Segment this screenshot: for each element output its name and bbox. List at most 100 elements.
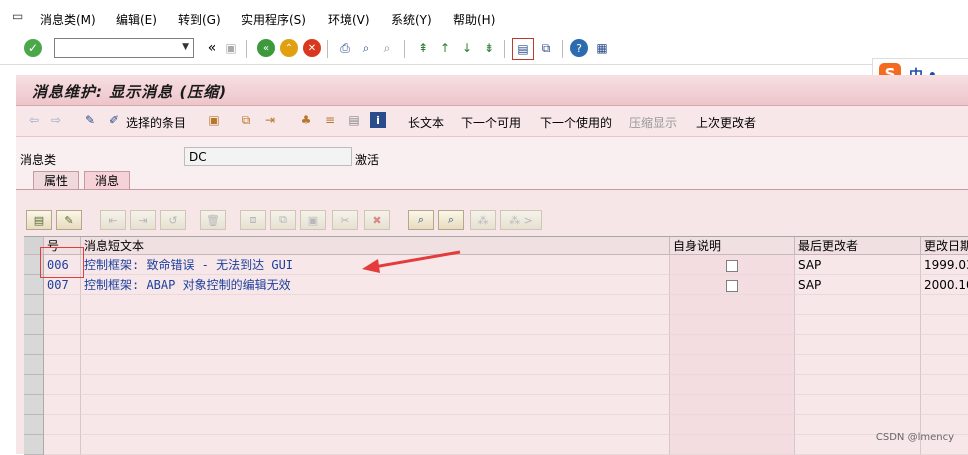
check-icon[interactable]: ✓ (24, 39, 42, 57)
row-selector[interactable] (24, 335, 44, 355)
change-date-cell: 1999.03 (921, 255, 968, 275)
exit-icon[interactable]: ⌃ (280, 39, 298, 57)
copy-icon[interactable]: ⇤ (100, 210, 126, 230)
find-icon[interactable]: ⌕ (357, 39, 375, 57)
first-page-icon[interactable]: ⇞ (414, 39, 432, 57)
more-button[interactable]: ⁂ > (500, 210, 542, 230)
last-changed-by-button[interactable]: 上次更改者 (696, 114, 756, 131)
empty-cell[interactable] (44, 355, 81, 375)
save-icon[interactable]: ▣ (222, 39, 240, 57)
tab-messages[interactable]: 消息 (84, 171, 131, 190)
cancel-icon[interactable]: ✕ (303, 39, 321, 57)
message-class-field[interactable]: DC (184, 147, 352, 166)
self-explanatory-checkbox[interactable] (726, 279, 738, 292)
help-icon[interactable]: ? (570, 39, 588, 57)
back-arrow-icon[interactable]: ⇦ (26, 112, 42, 128)
long-text-button[interactable]: 长文本 (408, 114, 444, 131)
paste-icon[interactable]: ⇥ (130, 210, 156, 230)
info-icon[interactable]: i (370, 112, 386, 128)
shortcut-icon[interactable]: ⧉ (537, 39, 555, 57)
menu-help[interactable]: 帮助(H) (453, 11, 495, 28)
row-selector[interactable] (24, 355, 44, 375)
copy2-icon[interactable]: ⧉ (270, 210, 296, 230)
command-field[interactable]: ▼ (54, 38, 194, 58)
empty-cell (670, 335, 795, 355)
forward-arrow-icon[interactable]: ⇨ (48, 112, 64, 128)
selected-entries-button[interactable]: 选择的条目 (126, 114, 186, 131)
menu-environment[interactable]: 环境(V) (328, 11, 370, 28)
paste2-icon[interactable]: ▣ (300, 210, 326, 230)
last-changed-by-cell: SAP (795, 255, 921, 275)
compressed-display-button[interactable]: 压缩显示 (629, 114, 677, 131)
column-header-self-explanatory[interactable]: 自身说明 (670, 237, 795, 255)
print-icon[interactable]: ⎙ (336, 39, 354, 57)
find-icon[interactable]: ⌕ (408, 210, 434, 230)
details-icon[interactable]: ▤ (26, 210, 52, 230)
row-selector[interactable] (24, 395, 44, 415)
empty-cell[interactable] (81, 355, 670, 375)
menu-goto[interactable]: 转到(G) (178, 11, 221, 28)
empty-cell[interactable] (81, 295, 670, 315)
tab-attributes[interactable]: 属性 (33, 171, 80, 190)
message-text[interactable]: 控制框架: ABAP 对象控制的编辑无效 (81, 275, 670, 295)
empty-cell[interactable] (81, 415, 670, 435)
menu-message-class[interactable]: 消息类(M) (40, 11, 96, 28)
edit-icon[interactable]: ✎ (56, 210, 82, 230)
empty-cell[interactable] (81, 395, 670, 415)
list-icon[interactable]: ▤ (346, 112, 362, 128)
transport-icon[interactable]: ⇥ (262, 112, 278, 128)
new-session-icon[interactable]: ▤ (512, 38, 534, 60)
documentation-icon[interactable]: ≡ (322, 112, 338, 128)
annotation-arrow-icon (362, 250, 461, 273)
empty-cell[interactable] (81, 375, 670, 395)
empty-cell[interactable] (44, 415, 81, 435)
display-change-icon[interactable]: ✎ (82, 112, 98, 128)
previous-page-icon[interactable]: ↑ (436, 39, 454, 57)
empty-cell[interactable] (81, 435, 670, 455)
row-selector[interactable] (24, 375, 44, 395)
row-selector[interactable] (24, 275, 44, 295)
chevron-down-icon[interactable]: ▼ (182, 42, 189, 52)
undo-icon[interactable]: ↺ (160, 210, 186, 230)
window-menu-icon[interactable]: ▭ (12, 10, 24, 22)
menu-edit[interactable]: 编辑(E) (116, 11, 157, 28)
other-object-icon[interactable]: ⧉ (238, 112, 254, 128)
layout-icon[interactable]: ▦ (593, 39, 611, 57)
row-selector[interactable] (24, 295, 44, 315)
next-available-button[interactable]: 下一个可用 (461, 114, 521, 131)
empty-cell[interactable] (44, 435, 81, 455)
menu-system[interactable]: 系统(Y) (391, 11, 432, 28)
delete-icon[interactable]: 🗑 (200, 210, 226, 230)
hierarchy-icon[interactable]: ♣ (298, 112, 314, 128)
column-header-change-date[interactable]: 更改日期 (921, 237, 968, 255)
row-selector[interactable] (24, 315, 44, 335)
empty-cell[interactable] (81, 335, 670, 355)
empty-cell (921, 295, 968, 315)
next-page-icon[interactable]: ↓ (458, 39, 476, 57)
empty-cell[interactable] (44, 375, 81, 395)
next-used-button[interactable]: 下一个使用的 (540, 114, 612, 131)
self-explanatory-cell (670, 255, 795, 275)
row-selector[interactable] (24, 415, 44, 435)
remove-icon[interactable]: ✖ (364, 210, 390, 230)
find-next-icon[interactable]: ⌕ (378, 39, 396, 57)
pencil-icon[interactable]: ✐ (106, 112, 122, 128)
back-icon[interactable]: « (257, 39, 275, 57)
empty-cell[interactable] (81, 315, 670, 335)
self-explanatory-checkbox[interactable] (726, 259, 738, 272)
collapse-icon[interactable]: « (203, 39, 221, 57)
row-selector[interactable] (24, 435, 44, 455)
empty-cell[interactable] (44, 295, 81, 315)
cut-icon[interactable]: ⧈ (240, 210, 266, 230)
column-header-last-changed-by[interactable]: 最后更改者 (795, 237, 921, 255)
where-used-icon[interactable]: ▣ (206, 112, 222, 128)
scissors-icon[interactable]: ✂ (332, 210, 358, 230)
find-next-icon[interactable]: ⌕ (438, 210, 464, 230)
menu-utilities[interactable]: 实用程序(S) (241, 11, 306, 28)
last-page-icon[interactable]: ⇟ (480, 39, 498, 57)
empty-cell[interactable] (44, 335, 81, 355)
message-number[interactable]: 007 (44, 275, 81, 295)
filter-icon[interactable]: ⁂ (470, 210, 496, 230)
empty-cell[interactable] (44, 395, 81, 415)
empty-cell[interactable] (44, 315, 81, 335)
